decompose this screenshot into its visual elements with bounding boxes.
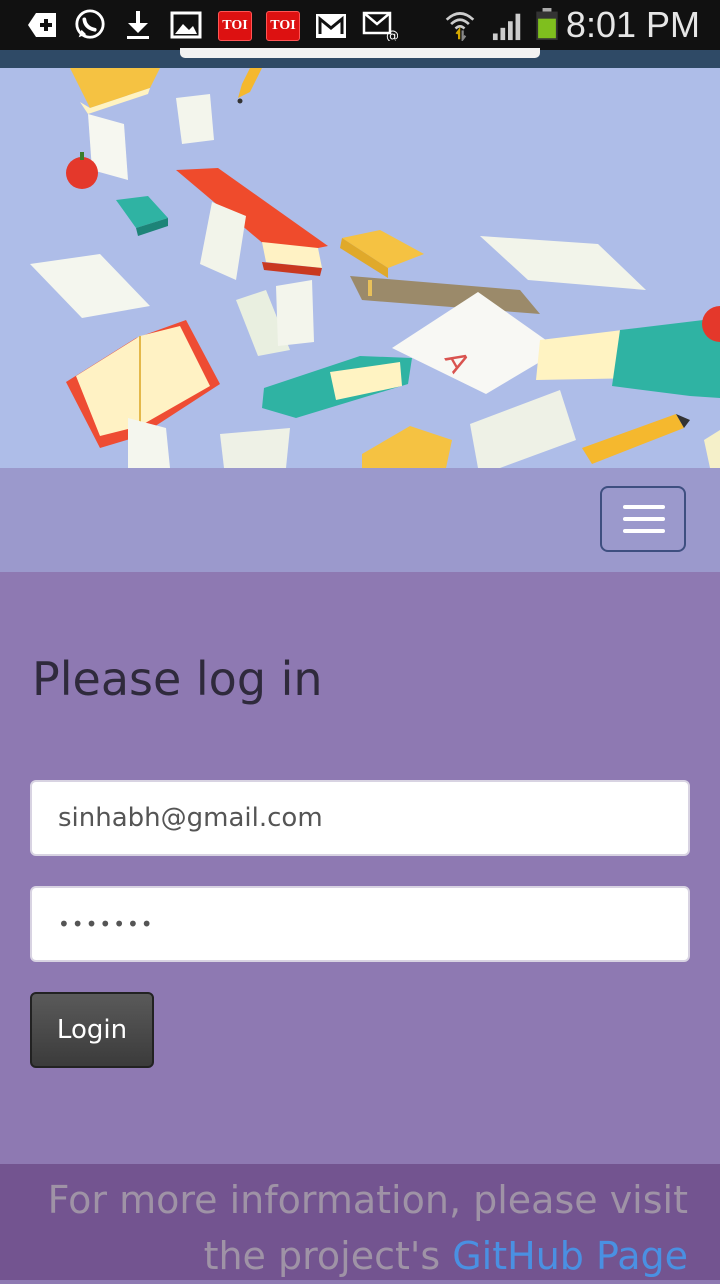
github-link[interactable]: GitHub Page [452,1234,688,1278]
signal-icon [492,13,521,41]
gmail-icon [316,14,346,38]
login-button[interactable]: Login [30,992,154,1068]
navbar [0,468,720,573]
menu-bar [623,517,665,521]
svg-text:@: @ [386,29,398,41]
toi-icon: TOI [218,11,252,41]
wifi-icon [445,12,475,41]
status-bar: TOI TOI @ 8:01 PM [0,0,720,50]
menu-bar [623,505,665,509]
footer: For more information, please visit the p… [0,1164,720,1280]
login-panel: Please log in Login [0,572,720,1164]
hamburger-menu-icon[interactable] [600,486,686,552]
clock: 8:01 PM [565,4,700,45]
hero-banner: A [0,68,720,468]
add-icon [28,13,56,37]
gallery-icon [170,11,202,39]
download-icon [127,11,149,39]
whatsapp-icon [75,9,105,39]
menu-bar [623,529,665,533]
email-icon: @ [362,11,398,41]
toi-icon: TOI [266,11,300,41]
browser-toolbar [0,48,720,68]
page-title: Please log in [32,652,323,706]
battery-icon [536,8,558,40]
flying-books-illustration: A [30,68,720,468]
password-field[interactable] [30,886,690,962]
email-field[interactable] [30,780,690,856]
address-bar[interactable] [180,48,540,58]
